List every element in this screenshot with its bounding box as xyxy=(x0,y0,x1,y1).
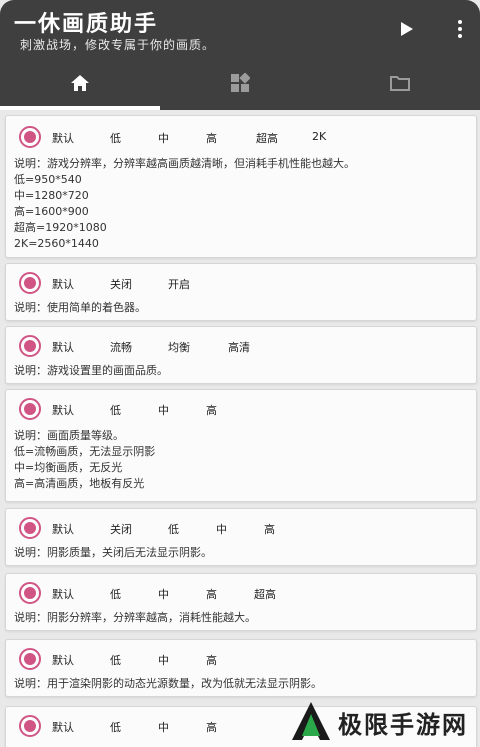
option-label[interactable]: 高清 xyxy=(228,339,250,355)
option-label[interactable]: 均衡 xyxy=(168,339,190,355)
selected-radio[interactable] xyxy=(19,715,41,737)
settings-list: 默认 低 中 高 超高 2K 说明：游戏分辨率，分辨率越高画质越清晰，但消耗手机… xyxy=(0,110,480,747)
setting-description: 中=均衡画质，无反光 xyxy=(14,461,123,474)
option-label[interactable]: 中 xyxy=(158,586,169,602)
setting-description: 高=1600*900 xyxy=(14,205,89,218)
setting-description: 超高=1920*1080 xyxy=(14,221,107,234)
selected-radio[interactable] xyxy=(19,648,41,670)
more-dot-icon xyxy=(458,27,462,31)
selected-radio[interactable] xyxy=(19,335,41,357)
app-subtitle: 刺激战场，修改专属于你的画质。 xyxy=(20,38,216,52)
setting-description: 说明：阴影质量，关闭后无法显示阴影。 xyxy=(14,546,212,559)
option-label[interactable]: 低 xyxy=(110,402,121,418)
setting-description: 低=流畅画质，无法显示阴影 xyxy=(14,445,156,458)
option-label[interactable]: 高 xyxy=(206,652,217,668)
home-icon xyxy=(71,75,89,91)
option-label[interactable]: 中 xyxy=(216,521,227,537)
more-dot-icon xyxy=(458,34,462,38)
selected-radio[interactable] xyxy=(19,398,41,420)
option-label[interactable]: 默认 xyxy=(52,586,74,602)
setting-description: 说明：游戏分辨率，分辨率越高画质越清晰，但消耗手机性能也越大。 xyxy=(14,157,355,170)
tab-home[interactable] xyxy=(0,60,160,106)
setting-card-quality-level: 默认 低 中 高 说明：画面质量等级。 低=流畅画质，无法显示阴影 中=均衡画质… xyxy=(5,389,477,502)
option-label[interactable]: 高 xyxy=(206,719,217,735)
setting-card-quality: 默认 流畅 均衡 高清 说明：游戏设置里的画面品质。 xyxy=(5,326,477,384)
play-icon xyxy=(401,22,413,36)
setting-description: 高=高清画质，地板有反光 xyxy=(14,477,145,490)
selected-radio[interactable] xyxy=(19,517,41,539)
setting-description: 说明：阴影分辨率，分辨率越高，消耗性能越大。 xyxy=(14,611,256,624)
option-label[interactable]: 开启 xyxy=(168,276,190,292)
tab-folder[interactable] xyxy=(320,60,480,106)
widgets-icon xyxy=(231,73,250,92)
setting-description: 说明：用于渲染阴影的动态光源数量，改为低就无法显示阴影。 xyxy=(14,677,322,690)
option-label[interactable]: 高 xyxy=(206,130,217,146)
option-label[interactable]: 默认 xyxy=(52,652,74,668)
watermark-logo: 极限手游网 xyxy=(290,700,468,744)
option-label[interactable]: 默认 xyxy=(52,719,74,735)
option-label[interactable]: 低 xyxy=(110,652,121,668)
setting-card-dynamic-lights: 默认 低 中 高 说明：用于渲染阴影的动态光源数量，改为低就无法显示阴影。 xyxy=(5,639,477,697)
setting-description: 说明：游戏设置里的画面品质。 xyxy=(14,364,168,377)
option-label[interactable]: 默认 xyxy=(52,521,74,537)
selected-radio[interactable] xyxy=(19,126,41,148)
option-label[interactable]: 中 xyxy=(158,719,169,735)
app-bar: 一休画质助手 刺激战场，修改专属于你的画质。 xyxy=(0,0,480,110)
option-label[interactable]: 默认 xyxy=(52,339,74,355)
option-label[interactable]: 关闭 xyxy=(110,521,132,537)
option-label[interactable]: 低 xyxy=(110,130,121,146)
setting-description: 低=950*540 xyxy=(14,173,82,186)
setting-description: 说明：使用简单的着色器。 xyxy=(14,301,146,314)
option-label[interactable]: 中 xyxy=(158,402,169,418)
option-label[interactable]: 默认 xyxy=(52,130,74,146)
option-label[interactable]: 高 xyxy=(264,521,275,537)
setting-card-shadow-resolution: 默认 低 中 高 超高 说明：阴影分辨率，分辨率越高，消耗性能越大。 xyxy=(5,573,477,631)
setting-card-shader: 默认 关闭 开启 说明：使用简单的着色器。 xyxy=(5,263,477,321)
option-label[interactable]: 高 xyxy=(206,586,217,602)
tab-bar xyxy=(0,60,480,106)
option-label[interactable]: 关闭 xyxy=(110,276,132,292)
folder-icon xyxy=(390,76,410,91)
watermark-text: 极限手游网 xyxy=(338,710,468,739)
selected-radio[interactable] xyxy=(19,272,41,294)
option-label[interactable]: 超高 xyxy=(256,130,278,146)
option-label[interactable]: 中 xyxy=(158,652,169,668)
setting-card-resolution: 默认 低 中 高 超高 2K 说明：游戏分辨率，分辨率越高画质越清晰，但消耗手机… xyxy=(5,115,477,258)
option-label[interactable]: 超高 xyxy=(254,586,276,602)
tab-widgets[interactable] xyxy=(160,60,320,106)
setting-description: 说明：画面质量等级。 xyxy=(14,429,124,442)
option-label[interactable]: 低 xyxy=(110,586,121,602)
option-label[interactable]: 高 xyxy=(206,402,217,418)
option-label[interactable]: 低 xyxy=(168,521,179,537)
setting-description: 2K=2560*1440 xyxy=(14,237,99,250)
more-dot-icon xyxy=(458,20,462,24)
option-label[interactable]: 中 xyxy=(158,130,169,146)
option-label[interactable]: 默认 xyxy=(52,402,74,418)
selected-radio[interactable] xyxy=(19,582,41,604)
option-label[interactable]: 2K xyxy=(312,130,326,143)
site-logo-icon xyxy=(292,702,330,740)
more-options-button[interactable] xyxy=(452,18,468,40)
setting-card-shadow-quality: 默认 关闭 低 中 高 说明：阴影质量，关闭后无法显示阴影。 xyxy=(5,508,477,566)
play-button[interactable] xyxy=(398,20,416,38)
app-title: 一休画质助手 xyxy=(14,12,159,37)
option-label[interactable]: 默认 xyxy=(52,276,74,292)
option-label[interactable]: 低 xyxy=(110,719,121,735)
option-label[interactable]: 流畅 xyxy=(110,339,132,355)
setting-description: 中=1280*720 xyxy=(14,189,89,202)
